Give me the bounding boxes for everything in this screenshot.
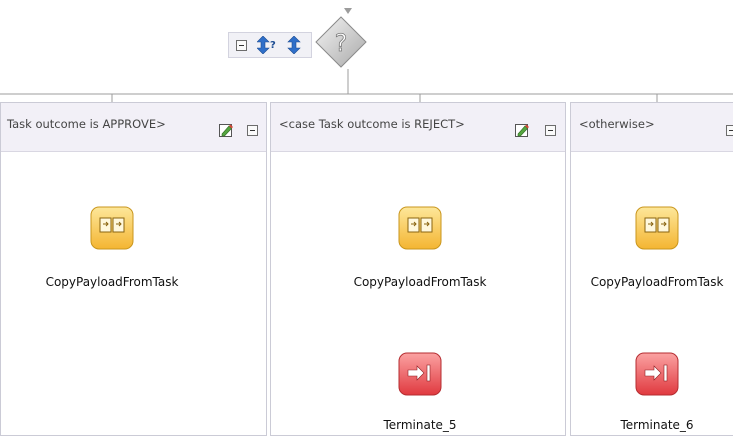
activity-label: CopyPayloadFromTask	[45, 275, 179, 289]
activity-label: Terminate_5	[383, 418, 457, 432]
case-label: <case Task outcome is REJECT>	[279, 117, 465, 131]
incoming-arrow	[344, 8, 352, 14]
terminate-icon	[398, 352, 442, 396]
switch-question-icon[interactable]: ?	[314, 15, 368, 69]
collapse-icon[interactable]	[726, 125, 733, 136]
case-lane-approve[interactable]: Task outcome is APPROVE>	[0, 102, 267, 436]
assign-activity[interactable]	[90, 206, 134, 254]
case-label: <otherwise>	[579, 117, 655, 131]
copy-payload-icon	[635, 206, 679, 250]
case-header[interactable]: <otherwise>	[571, 103, 733, 152]
edit-condition-icon[interactable]	[219, 123, 234, 142]
terminate-activity[interactable]	[398, 352, 442, 400]
copy-payload-icon	[398, 206, 442, 250]
expand-cases-icon[interactable]: ?	[256, 35, 279, 58]
activity-label: Terminate_6	[620, 418, 694, 432]
edit-condition-icon[interactable]	[515, 123, 530, 142]
terminate-icon	[635, 352, 679, 396]
sort-arrows-icon[interactable]	[287, 35, 301, 58]
assign-activity[interactable]	[635, 206, 679, 254]
collapse-icon[interactable]	[247, 125, 258, 136]
case-label: Task outcome is APPROVE>	[7, 117, 166, 131]
activity-label: CopyPayloadFromTask	[353, 275, 487, 289]
assign-activity[interactable]	[398, 206, 442, 254]
copy-payload-icon	[90, 206, 134, 250]
collapse-icon[interactable]	[236, 40, 247, 51]
switch-toolbar: ?	[228, 32, 312, 58]
collapse-icon[interactable]	[545, 125, 556, 136]
svg-text:?: ?	[270, 40, 276, 51]
activity-label: CopyPayloadFromTask	[590, 275, 724, 289]
svg-text:?: ?	[335, 29, 348, 57]
terminate-activity[interactable]	[635, 352, 679, 400]
case-header[interactable]: Task outcome is APPROVE>	[1, 103, 266, 152]
case-header[interactable]: <case Task outcome is REJECT>	[271, 103, 565, 152]
